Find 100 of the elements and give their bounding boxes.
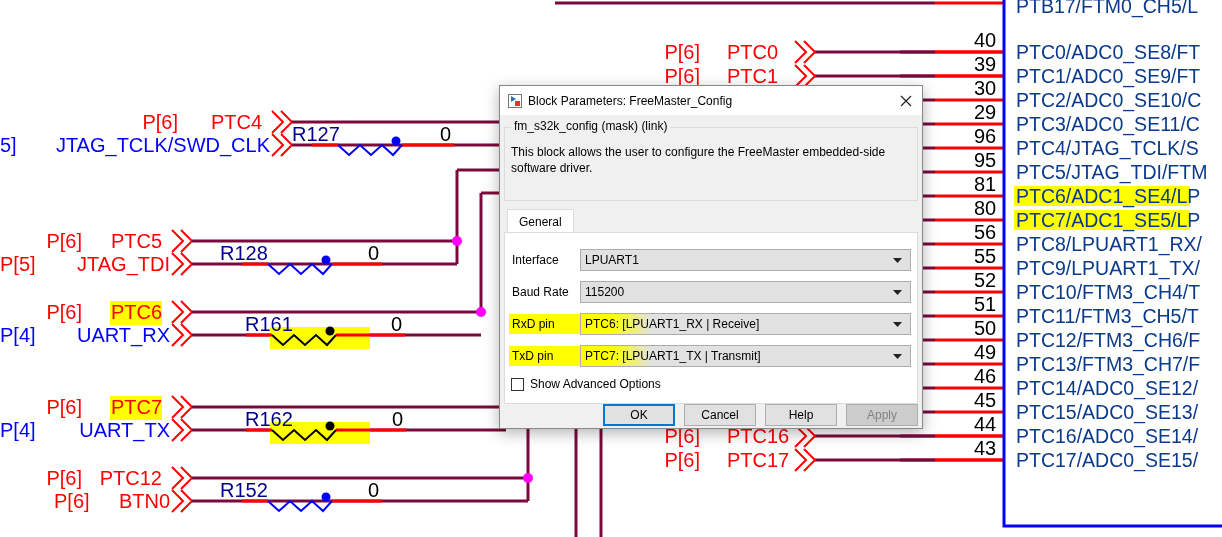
- pin-number: 81: [973, 173, 997, 195]
- dropdown[interactable]: LPUART1: [580, 249, 911, 271]
- net-label: PTC12: [99, 467, 162, 489]
- pin-number: 95: [973, 149, 997, 171]
- connector-symbol: [794, 448, 817, 472]
- net-label: P[6]: [54, 490, 90, 512]
- connector-symbol: [171, 466, 194, 490]
- pin-number: 39: [973, 53, 997, 75]
- pin-number: 30: [973, 77, 997, 99]
- net-label: P[6]: [142, 111, 178, 133]
- connector-symbol: [171, 252, 194, 276]
- connector-symbol: [171, 489, 194, 513]
- pin-number: 55: [973, 245, 997, 267]
- net-label: UART_RX: [77, 324, 170, 346]
- connector-symbol: [171, 300, 194, 324]
- pin-name: PTC13/FTM3_CH7/F: [1016, 353, 1201, 375]
- pin-name: PTC17/ADC0_SE15/: [1016, 449, 1199, 471]
- block-description: This block allows the user to configure the FreeMaster embedded-side software driver.: [511, 144, 887, 176]
- net-label: PTC16: [727, 425, 790, 447]
- connector-symbol: [171, 418, 194, 442]
- dialog-button[interactable]: Cancel: [684, 404, 756, 426]
- net-label: BTN0: [118, 490, 170, 512]
- net-label: P[4]: [0, 324, 36, 346]
- net-label: P[6]: [664, 449, 700, 471]
- net-label: JTAG_TDI: [77, 253, 170, 275]
- net-label: PTC6: [110, 301, 162, 323]
- resistor-ref: R162: [245, 408, 293, 430]
- pin-number: 52: [973, 269, 997, 291]
- resistor-ref: R127: [292, 123, 340, 145]
- pin-number: 51: [973, 293, 997, 315]
- connector-symbol: [171, 229, 194, 253]
- tab[interactable]: General: [507, 209, 574, 233]
- checkbox-label: Show Advanced Options: [530, 377, 661, 391]
- resistor-ref: R128: [220, 242, 268, 264]
- dropdown-caret-icon: [893, 257, 902, 263]
- window-title: Block Parameters: FreeMaster_Config: [528, 93, 734, 108]
- pin-name: PTC2/ADC0_SE10/C: [1016, 89, 1202, 111]
- connector-symbol: [271, 110, 294, 134]
- resistor-value: 0: [440, 123, 452, 145]
- dropdown-caret-icon: [893, 321, 902, 327]
- resistor-value: 0: [392, 408, 404, 430]
- pin-number: 29: [973, 101, 997, 123]
- pin-number: 46: [973, 365, 997, 387]
- pin-name: PTC11/FTM3_CH5/T: [1016, 305, 1199, 327]
- net-label: 5]: [0, 134, 17, 156]
- net-label: PTC1: [727, 65, 779, 87]
- pin-number: 96: [973, 125, 997, 147]
- group-title: fm_s32k_config (mask) (link): [511, 119, 671, 133]
- resistor-value: 0: [368, 242, 380, 264]
- pin-name: PTC3/ADC0_SE11/C: [1016, 113, 1200, 135]
- pin-number: 40: [973, 29, 997, 51]
- net-label: PTC17: [727, 449, 790, 471]
- pin-name: PTC14/ADC0_SE12/: [1016, 377, 1199, 399]
- field-label: Baud Rate: [511, 284, 570, 301]
- net-label: P[6]: [46, 230, 82, 252]
- pin-name: PTC12/FTM3_CH6/F: [1016, 329, 1201, 351]
- net-label: P[6]: [664, 425, 700, 447]
- junction-dot: [452, 236, 462, 246]
- checkbox[interactable]: [511, 377, 524, 391]
- net-label: PTC5: [110, 230, 162, 252]
- net-label: PTC4: [210, 111, 262, 133]
- pin-name: PTC1/ADC0_SE9/FT: [1016, 65, 1201, 87]
- net-label: UART_TX: [79, 419, 170, 441]
- field-label: TxD pin: [509, 346, 580, 366]
- connector-symbol: [794, 64, 817, 88]
- pin-name: PTC9/LPUART1_TX/: [1016, 257, 1200, 279]
- connector-symbol: [171, 395, 194, 419]
- net-label: P[6]: [46, 467, 82, 489]
- pin-name: PTC15/ADC0_SE13/: [1016, 401, 1199, 423]
- net-label: JTAG_TCLK/SWD_CLK: [55, 134, 270, 156]
- net-label: P[6]: [664, 41, 700, 63]
- connector-symbol: [171, 323, 194, 347]
- pin-name: PTC16/ADC0_SE14/: [1016, 425, 1199, 447]
- junction-dot: [476, 307, 486, 317]
- dialog-button[interactable]: OK: [603, 404, 675, 426]
- connector-symbol: [271, 133, 294, 157]
- resistor-ref: R152: [220, 479, 268, 501]
- connector-symbol: [794, 40, 817, 64]
- pin-number: 45: [973, 389, 997, 411]
- dropdown-caret-icon: [893, 289, 902, 295]
- pin-name: PTC5/JTAG_TDI/FTM: [1016, 161, 1208, 183]
- resistor-value: 0: [391, 313, 403, 335]
- pin-name: PTC10/FTM3_CH4/T: [1016, 281, 1201, 303]
- pin-number: 50: [973, 317, 997, 339]
- resistor-ref: R161: [245, 313, 293, 335]
- pin-name: PTC4/JTAG_TCLK/S: [1016, 137, 1199, 159]
- dropdown[interactable]: 115200: [580, 281, 911, 303]
- pin-number: 44: [973, 413, 997, 435]
- pin-number: 56: [973, 221, 997, 243]
- field-label: Interface: [511, 252, 560, 269]
- net-label: PTC0: [727, 41, 779, 63]
- net-label: P[5]: [0, 253, 36, 275]
- net-label: P[6]: [46, 396, 82, 418]
- junction-dot: [523, 473, 533, 483]
- field-label: RxD pin: [509, 314, 580, 334]
- pin-number: 49: [973, 341, 997, 363]
- net-label: PTC7: [110, 396, 162, 418]
- pin-name: PTC0/ADC0_SE8/FT: [1016, 41, 1201, 63]
- dialog-button[interactable]: Help: [765, 404, 837, 426]
- pin-name: PTC8/LPUART1_RX/: [1016, 233, 1203, 255]
